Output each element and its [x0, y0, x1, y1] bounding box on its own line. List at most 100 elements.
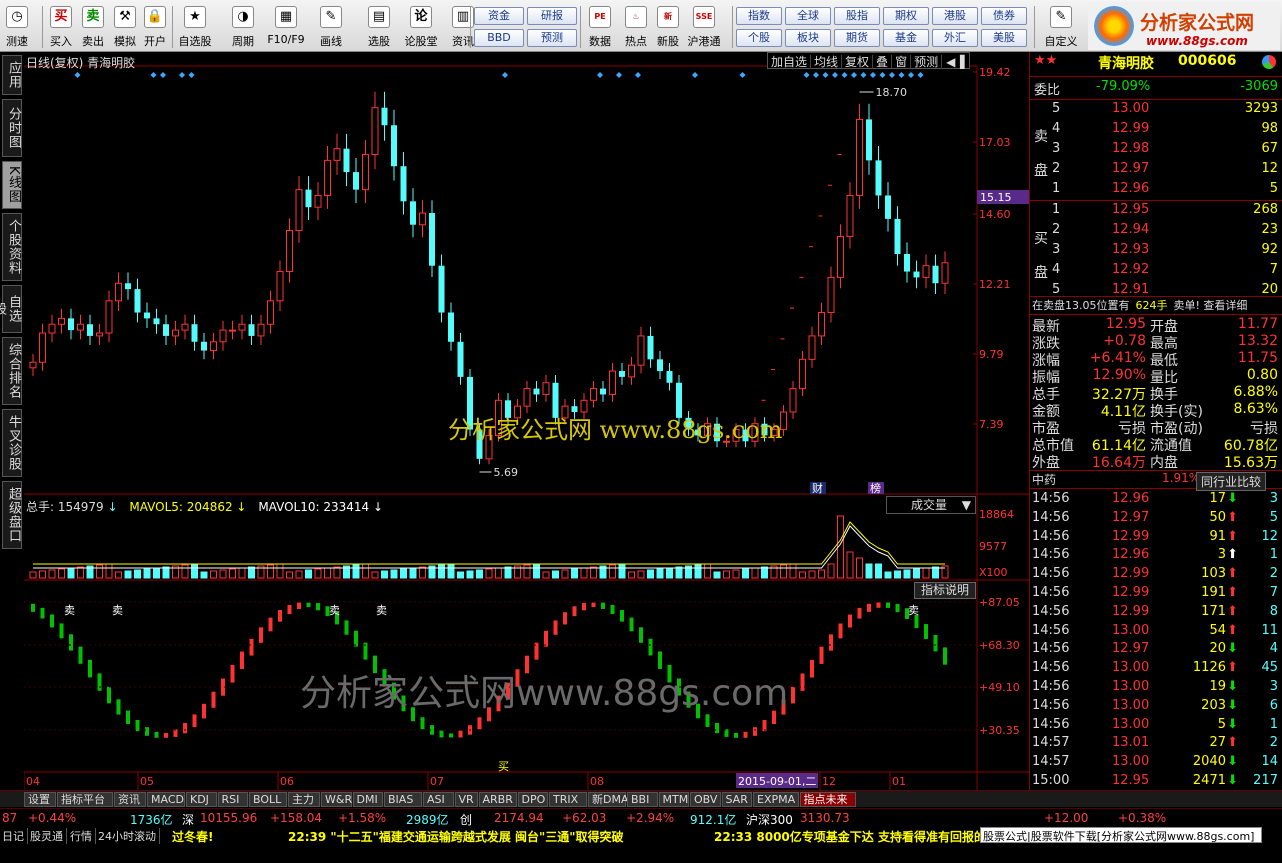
sidebar-tab-7[interactable]: 超级盘口: [2, 481, 22, 549]
volume-bar: [210, 570, 217, 579]
market-button[interactable]: 板块: [785, 29, 831, 47]
toolbar-button-4[interactable]: 🔒 开户: [140, 4, 170, 50]
ad-banner[interactable]: 股票公式|股票软件下载[分析家公式网www.88gs.com]: [980, 827, 1262, 843]
market-button[interactable]: 基金: [883, 29, 929, 47]
market-button[interactable]: 债券: [981, 7, 1027, 25]
bottom-tab-9[interactable]: DMI: [352, 792, 383, 807]
candle-up: [77, 323, 84, 331]
note-link[interactable]: 卖单! 查看详细: [1174, 299, 1248, 312]
news-tab-1[interactable]: 股灵通: [30, 828, 67, 844]
toolbar-button-2[interactable]: 卖卖出: [78, 4, 108, 50]
bottom-tab-12[interactable]: VR: [454, 792, 478, 807]
bottom-tab-14[interactable]: DPO: [517, 792, 548, 807]
market-button[interactable]: 期货: [834, 29, 880, 47]
indicator-bar: [78, 646, 83, 664]
custom-button[interactable]: ✎ 自定义: [1040, 4, 1082, 50]
bottom-tab-0[interactable]: 设置: [24, 792, 56, 807]
toolbar-button-10[interactable]: 论论股堂: [400, 4, 442, 50]
bottom-tab-7[interactable]: 主力: [288, 792, 320, 807]
sidebar-tab-0[interactable]: 应用: [2, 55, 22, 95]
bottom-tab-11[interactable]: ASI: [423, 792, 454, 807]
bottom-tab-8[interactable]: W&R: [321, 792, 352, 807]
star-icon[interactable]: ★★: [1034, 53, 1057, 68]
bottom-tab-2[interactable]: 资讯: [114, 792, 146, 807]
chart-area[interactable]: 19.42 17.03 14.60 12.21 9.79 7.39 15.15 18.70 5.…: [24, 52, 1029, 794]
chart-menu-item-1[interactable]: 均线: [811, 55, 843, 69]
bottom-tab-13[interactable]: ARBR: [478, 792, 517, 807]
toolbar-button-7[interactable]: ▦ F10/F9: [264, 4, 308, 50]
toolbar-button2-0[interactable]: PE 数据: [582, 4, 618, 50]
candle-up: [799, 358, 806, 390]
bottom-tab-20[interactable]: SAR: [721, 792, 752, 807]
toolbar-button-6[interactable]: ◑ 周期: [222, 4, 264, 50]
bottom-tab-16[interactable]: 新DMA: [588, 792, 629, 807]
sidebar-tab-2[interactable]: K线图: [2, 161, 22, 209]
bottom-tab-22[interactable]: 指点未来: [799, 792, 856, 807]
market-button[interactable]: 个股: [736, 29, 782, 47]
arrow-up-icon: ⬆: [1227, 585, 1238, 600]
bottom-tab-4[interactable]: KDJ: [186, 792, 217, 807]
chart-menu-item-5[interactable]: 预测: [911, 55, 943, 69]
toolbar-button-5[interactable]: ★ 自选股: [174, 4, 216, 50]
news-item[interactable]: 22:33 8000亿专项基金下达 支持看得准有回报的: [714, 828, 986, 845]
market-button[interactable]: 外汇: [932, 29, 978, 47]
sidebar-tab-5[interactable]: 综合排名: [2, 337, 22, 405]
news-tab-3[interactable]: 24小时滚动: [98, 828, 160, 844]
news-item[interactable]: 过冬春!: [172, 828, 213, 845]
toolbar-button-1[interactable]: 买买入: [46, 4, 76, 50]
toolbar-button-0[interactable]: ◷ 测速: [2, 4, 32, 50]
chart-menu-item-0[interactable]: 加自选: [768, 55, 812, 69]
toolbar-button2-3[interactable]: SSE 沪港通: [686, 4, 722, 50]
sidebar-tab-6[interactable]: 牛叉诊股: [2, 409, 22, 477]
arrow-right-icon[interactable]: ◀▐: [942, 55, 968, 69]
grid-button[interactable]: 资金: [474, 7, 524, 25]
market-button[interactable]: 股指: [834, 7, 880, 25]
market-button[interactable]: 期权: [883, 7, 929, 25]
toolbar-button2-2[interactable]: 新新股: [650, 4, 686, 50]
chart-menu-item-4[interactable]: 窗: [892, 55, 912, 69]
bottom-tab-1[interactable]: 指标平台: [57, 792, 113, 807]
toolbar-button-8[interactable]: ✎ 画线: [310, 4, 352, 50]
grid-button[interactable]: 研报: [527, 7, 577, 25]
sidebar-tab-4[interactable]: 自选股: [0, 285, 22, 333]
sidebar-tab-1[interactable]: 分时图: [2, 99, 22, 157]
bottom-tab-15[interactable]: TRIX: [549, 792, 587, 807]
market-button[interactable]: 全球: [785, 7, 831, 25]
bottom-tab-3[interactable]: MACD: [147, 792, 185, 807]
market-button[interactable]: 美股: [981, 29, 1027, 47]
pie-icon[interactable]: [1262, 55, 1276, 69]
sector-row: 中药 1.91% 同行业比较: [1030, 470, 1282, 491]
big-order-note[interactable]: 在卖盘13.05位置有 624手 卖单! 查看详细: [1030, 296, 1282, 315]
bottom-tab-19[interactable]: OBV: [690, 792, 721, 807]
market-button[interactable]: 指数: [736, 7, 782, 25]
toolbar-button2-1[interactable]: ♨ 热点: [618, 4, 654, 50]
news-tab-2[interactable]: 行情: [70, 828, 96, 844]
tick-price: 12.96: [1112, 547, 1150, 563]
chart-menu-item-3[interactable]: 叠: [873, 55, 893, 69]
volume-bar: [666, 567, 673, 579]
news-tab-0[interactable]: 日记: [2, 828, 28, 844]
volume-dropdown[interactable]: 成交量 ▼: [886, 496, 976, 514]
toolbar-button-3[interactable]: ⚒ 模拟: [110, 4, 140, 50]
news-item[interactable]: 22:39 "十二五"福建交通运输跨越式发展 闽台"三通"取得突破: [288, 828, 624, 845]
industry-compare-button[interactable]: 同行业比较: [1196, 472, 1267, 491]
price-tick: 7.39: [979, 418, 1004, 431]
market-button[interactable]: 港股: [932, 7, 978, 25]
bottom-tab-6[interactable]: BOLL: [249, 792, 287, 807]
toolbar-button-9[interactable]: ▤ 选股: [358, 4, 400, 50]
sidebar-tab-3[interactable]: 个股资料: [2, 213, 22, 281]
grid-button[interactable]: BBD: [474, 29, 524, 47]
bottom-tab-18[interactable]: MTM: [658, 792, 689, 807]
chart-menu-item-2[interactable]: 复权: [842, 55, 874, 69]
bottom-tab-10[interactable]: BIAS: [384, 792, 422, 807]
bottom-tab-5[interactable]: RSI: [217, 792, 248, 807]
level-price: 12.95: [1112, 202, 1150, 217]
tick-volume: 191: [1201, 585, 1226, 600]
bottom-tab-21[interactable]: EXPMA: [753, 792, 799, 807]
volume-bar: [305, 569, 312, 579]
indicator-help-button[interactable]: 指标说明: [914, 582, 976, 599]
note-volume: 624手: [1135, 299, 1168, 312]
candle-up: [856, 118, 863, 196]
grid-button[interactable]: 预测: [527, 29, 577, 47]
bottom-tab-17[interactable]: BBI: [627, 792, 658, 807]
